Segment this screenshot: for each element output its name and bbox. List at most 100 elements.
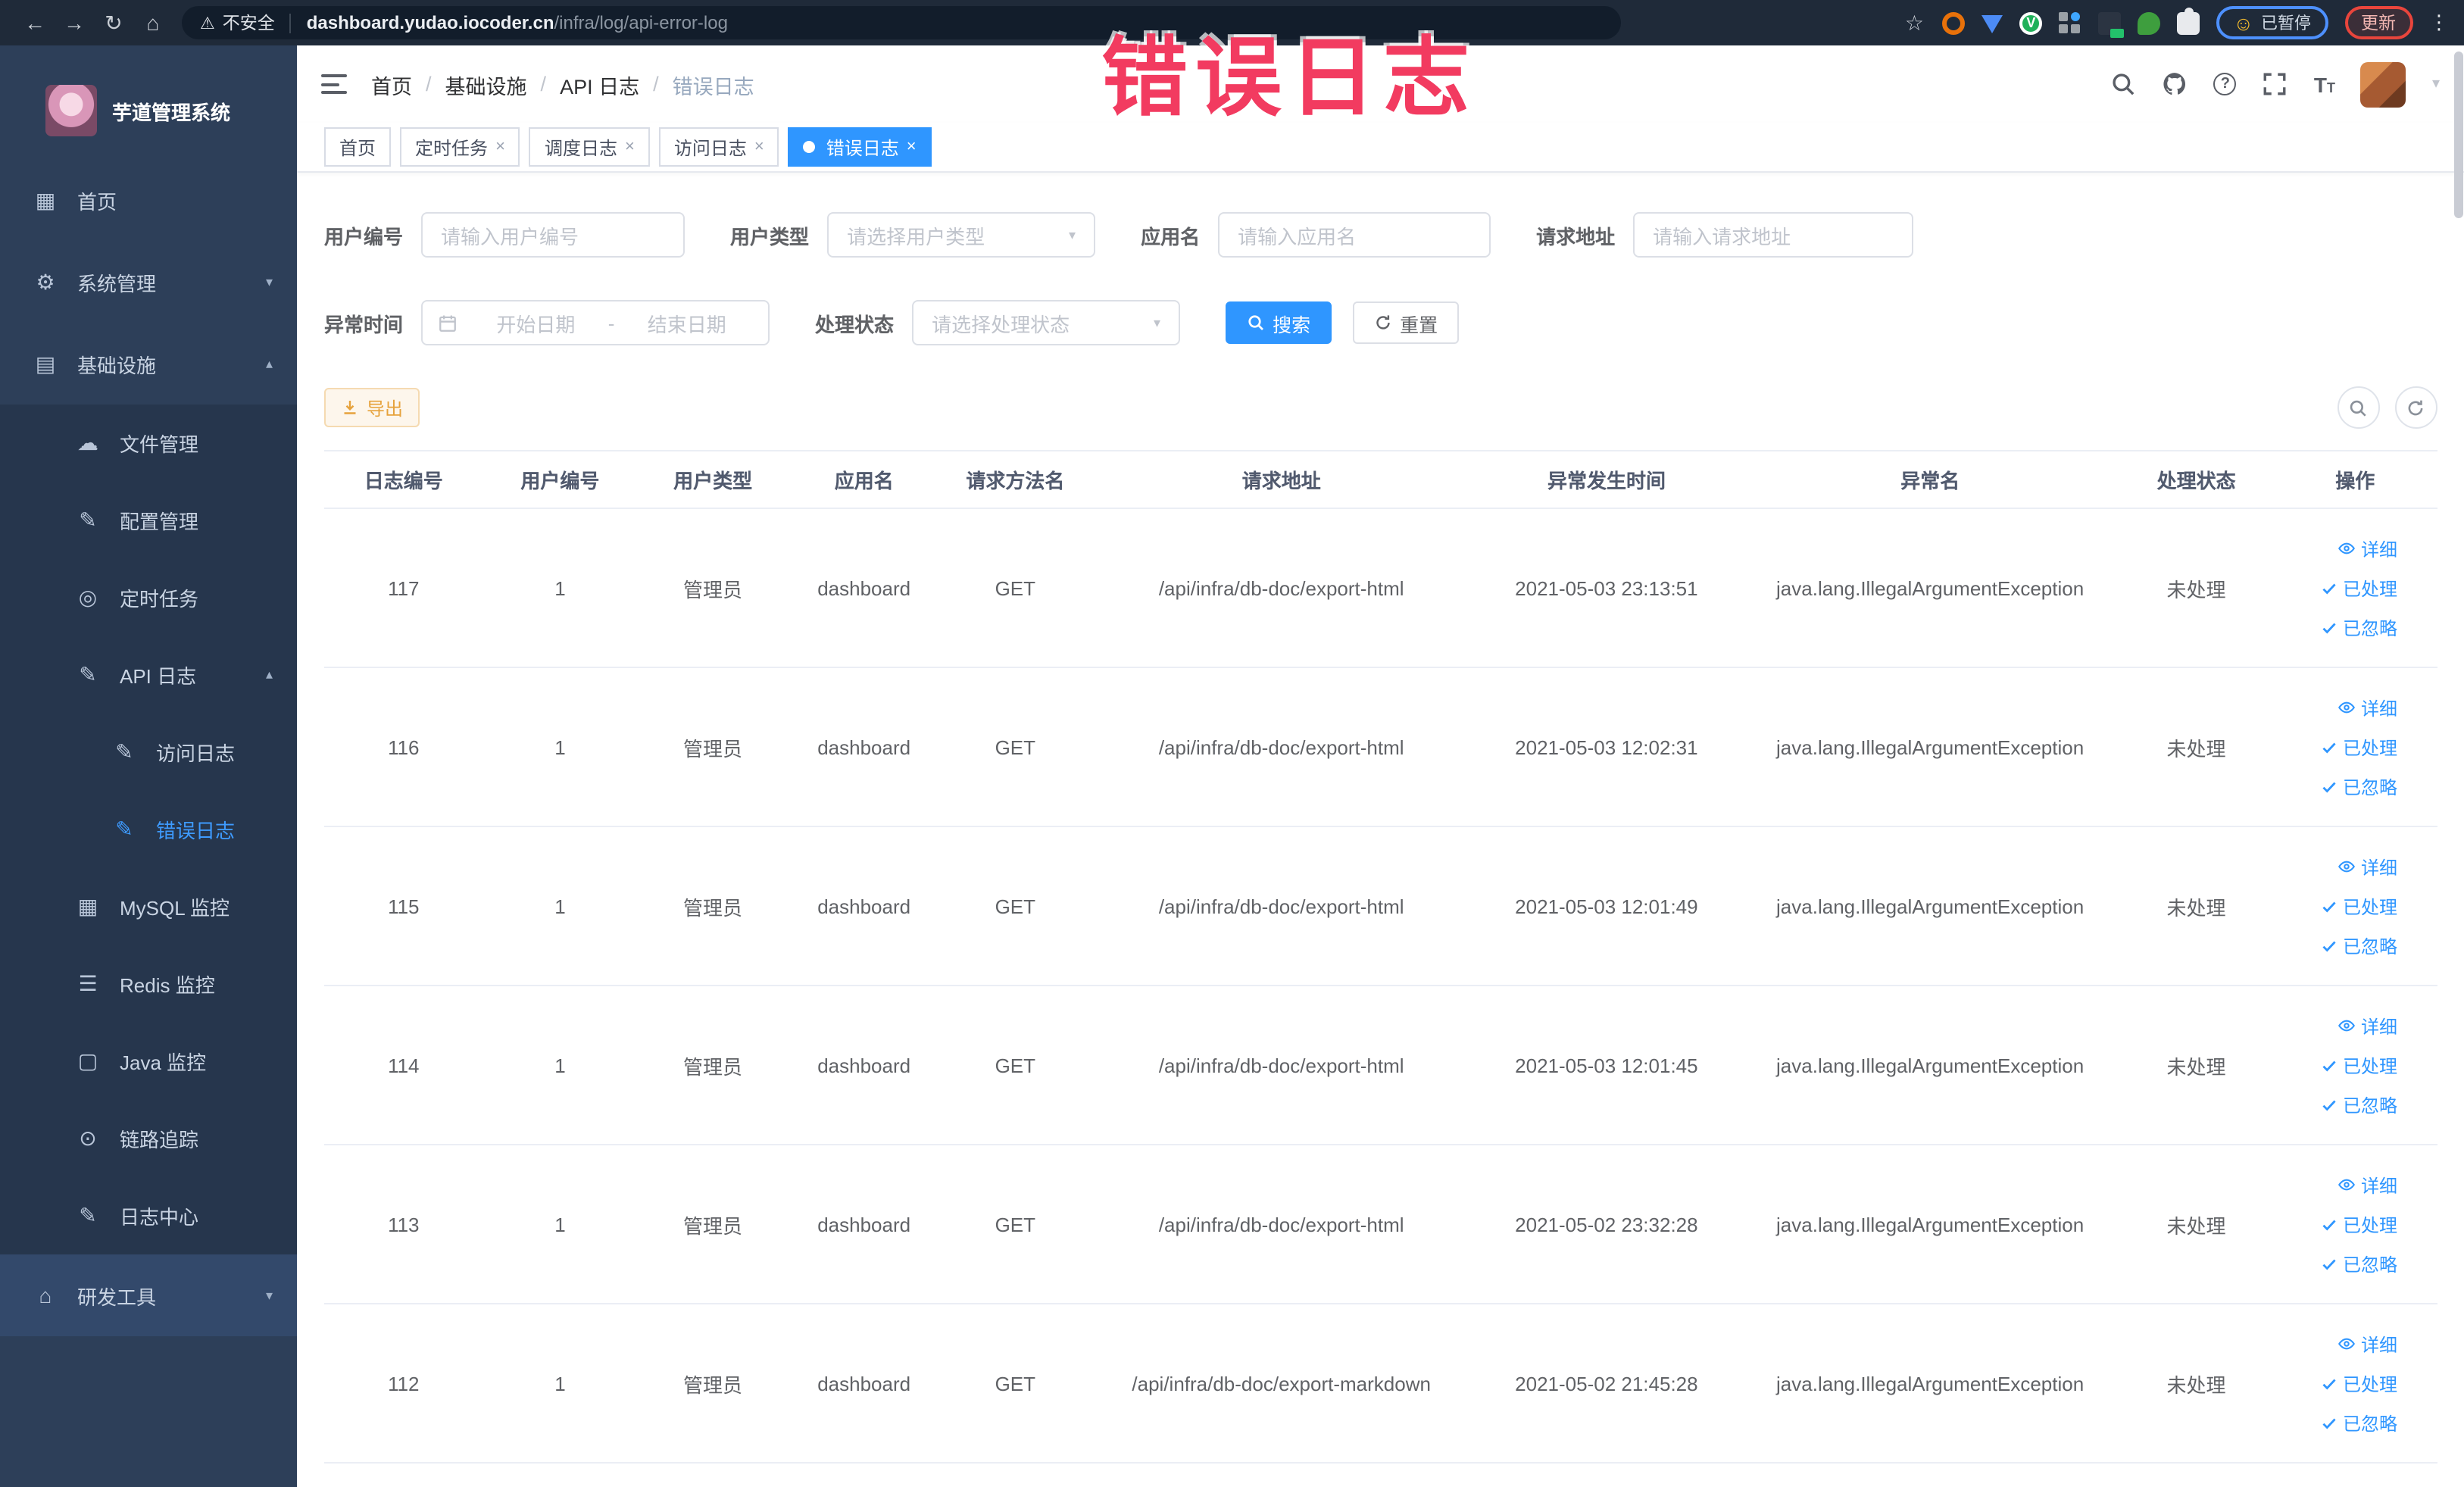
extension-green-icon[interactable]: V	[2019, 11, 2043, 34]
ignored-link[interactable]: 已忽略	[2322, 1251, 2397, 1276]
avatar[interactable]	[2360, 61, 2406, 107]
ignored-link[interactable]: 已忽略	[2322, 1092, 2397, 1117]
sidebar-item-devtools[interactable]: ⌂ 研发工具 ▾	[0, 1254, 297, 1336]
detail-link[interactable]: 详细	[2338, 536, 2397, 561]
processed-link[interactable]: 已处理	[2322, 1052, 2397, 1078]
sidebar-item-trace[interactable]: ⊙ 链路追踪	[0, 1100, 297, 1177]
security-label[interactable]: 不安全	[223, 11, 275, 35]
show-search-button[interactable]	[2337, 386, 2379, 429]
extension-grid-icon[interactable]	[2059, 11, 2081, 34]
processed-link[interactable]: 已处理	[2322, 575, 2397, 601]
bookmark-star-icon[interactable]: ☆	[1903, 11, 1925, 34]
sidebar-item-file[interactable]: ☁ 文件管理	[0, 405, 297, 482]
extension-orange-icon[interactable]	[1942, 11, 1966, 34]
request-url-input[interactable]: 请输入请求地址	[1633, 212, 1914, 258]
table-toolbar: 导出	[324, 386, 2437, 429]
sidebar-item-redis[interactable]: ☰ Redis 监控	[0, 945, 297, 1023]
detail-link[interactable]: 详细	[2338, 1013, 2397, 1039]
breadcrumb-infra[interactable]: 基础设施	[445, 69, 527, 99]
home-icon[interactable]: ⌂	[133, 11, 173, 35]
tag-error-log[interactable]: 错误日志 ×	[788, 127, 932, 167]
extension-shield-icon[interactable]	[1982, 15, 2003, 33]
ignored-link[interactable]: 已忽略	[2322, 932, 2397, 958]
reset-button[interactable]: 重置	[1353, 301, 1460, 344]
forward-icon[interactable]: →	[55, 11, 94, 35]
extension-leaf-icon[interactable]	[2138, 11, 2161, 34]
collapse-menu-icon[interactable]	[321, 74, 347, 94]
search-button[interactable]: 搜索	[1226, 301, 1332, 344]
ignored-link[interactable]: 已忽略	[2322, 614, 2397, 640]
extension-switch-icon[interactable]	[2098, 11, 2125, 37]
close-icon[interactable]: ×	[754, 138, 764, 156]
cell-app: dashboard	[817, 1372, 911, 1395]
sidebar-item-mysql[interactable]: ▦ MySQL 监控	[0, 868, 297, 945]
github-icon[interactable]	[2163, 71, 2188, 97]
user-type-select[interactable]: 请选择用户类型 ▾	[827, 212, 1096, 258]
processed-link[interactable]: 已处理	[2322, 734, 2397, 760]
sidebar-item-log-center[interactable]: ✎ 日志中心	[0, 1177, 297, 1254]
close-icon[interactable]: ×	[625, 138, 635, 156]
extensions-puzzle-icon[interactable]	[2177, 7, 2200, 34]
close-icon[interactable]: ×	[907, 138, 917, 156]
scrollbar-thumb[interactable]	[2453, 52, 2462, 218]
col-log-id: 日志编号	[364, 470, 443, 492]
search-icon	[2350, 399, 2366, 416]
font-size-icon[interactable]: TT	[2314, 72, 2335, 96]
search-icon[interactable]	[2111, 71, 2137, 97]
processed-link[interactable]: 已处理	[2322, 1211, 2397, 1237]
app-name-input[interactable]: 请输入应用名	[1218, 212, 1491, 258]
breadcrumb-home[interactable]: 首页	[371, 69, 412, 99]
ignored-link[interactable]: 已忽略	[2322, 773, 2397, 799]
cell-method: GET	[995, 895, 1036, 917]
user-id-input[interactable]: 请输入用户编号	[421, 212, 685, 258]
table-row: 116 1 管理员 dashboard GET /api/infra/db-do…	[324, 668, 2437, 827]
infra-submenu: ☁ 文件管理 ✎ 配置管理 ◎ 定时任务 ✎ API 日志 ▴ ✎ 访问日志 ✎…	[0, 405, 297, 1254]
cell-status: 未处理	[2166, 896, 2226, 919]
reload-icon[interactable]: ↻	[94, 10, 133, 36]
fullscreen-icon[interactable]	[2263, 71, 2288, 97]
cell-user-id: 1	[554, 576, 566, 599]
refresh-table-button[interactable]	[2394, 386, 2437, 429]
caret-down-icon[interactable]: ▾	[2432, 76, 2440, 92]
paused-badge[interactable]: ☺ 已暂停	[2216, 6, 2328, 39]
detail-link[interactable]: 详细	[2338, 1331, 2397, 1357]
filter-row-1: 用户编号 请输入用户编号 用户类型 请选择用户类型 ▾ 应用名 请输入应用名 请求…	[324, 212, 2437, 258]
export-button[interactable]: 导出	[324, 388, 420, 427]
sidebar-item-java[interactable]: ▢ Java 监控	[0, 1023, 297, 1100]
sidebar-item-infra[interactable]: ▤ 基础设施 ▴	[0, 323, 297, 405]
processed-link[interactable]: 已处理	[2322, 893, 2397, 919]
detail-link[interactable]: 详细	[2338, 695, 2397, 720]
browser-menu-icon[interactable]: ⋮	[2429, 11, 2449, 35]
tag-job[interactable]: 定时任务 ×	[400, 127, 520, 167]
cell-status: 未处理	[2166, 1214, 2226, 1237]
breadcrumb-api-log[interactable]: API 日志	[560, 69, 639, 99]
tag-access-log[interactable]: 访问日志 ×	[658, 127, 779, 167]
sidebar-item-access-log[interactable]: ✎ 访问日志	[0, 714, 297, 791]
sidebar-item-job[interactable]: ◎ 定时任务	[0, 559, 297, 636]
date-range-picker[interactable]: 开始日期 - 结束日期	[421, 300, 770, 345]
header-actions: ? TT ▾	[2111, 61, 2440, 107]
tag-job-log[interactable]: 调度日志 ×	[529, 127, 650, 167]
tag-home[interactable]: 首页	[324, 127, 392, 167]
ignored-link[interactable]: 已忽略	[2322, 1410, 2397, 1435]
cell-app: dashboard	[817, 736, 911, 758]
back-icon[interactable]: ←	[15, 11, 55, 35]
status-select[interactable]: 请选择处理状态 ▾	[912, 300, 1181, 345]
detail-link[interactable]: 详细	[2338, 854, 2397, 879]
log-icon: ✎	[79, 662, 97, 686]
timer-icon: ◎	[78, 585, 98, 609]
sidebar-item-api-log[interactable]: ✎ API 日志 ▴	[0, 636, 297, 714]
detail-link[interactable]: 详细	[2338, 1172, 2397, 1198]
end-date-placeholder: 结束日期	[647, 313, 726, 336]
processed-link[interactable]: 已处理	[2322, 1370, 2397, 1396]
sidebar-item-config[interactable]: ✎ 配置管理	[0, 482, 297, 559]
sidebar-item-system[interactable]: ⚙ 系统管理 ▾	[0, 241, 297, 323]
help-icon[interactable]: ?	[2213, 73, 2237, 95]
update-button[interactable]: 更新	[2344, 6, 2412, 39]
sidebar-item-home[interactable]: ▦ 首页	[0, 159, 297, 241]
infra-icon: ▤	[35, 351, 56, 375]
check-icon	[2323, 1417, 2337, 1429]
app-logo[interactable]: 芋道管理系统	[0, 45, 297, 159]
close-icon[interactable]: ×	[495, 138, 505, 156]
sidebar-item-error-log[interactable]: ✎ 错误日志	[0, 791, 297, 868]
